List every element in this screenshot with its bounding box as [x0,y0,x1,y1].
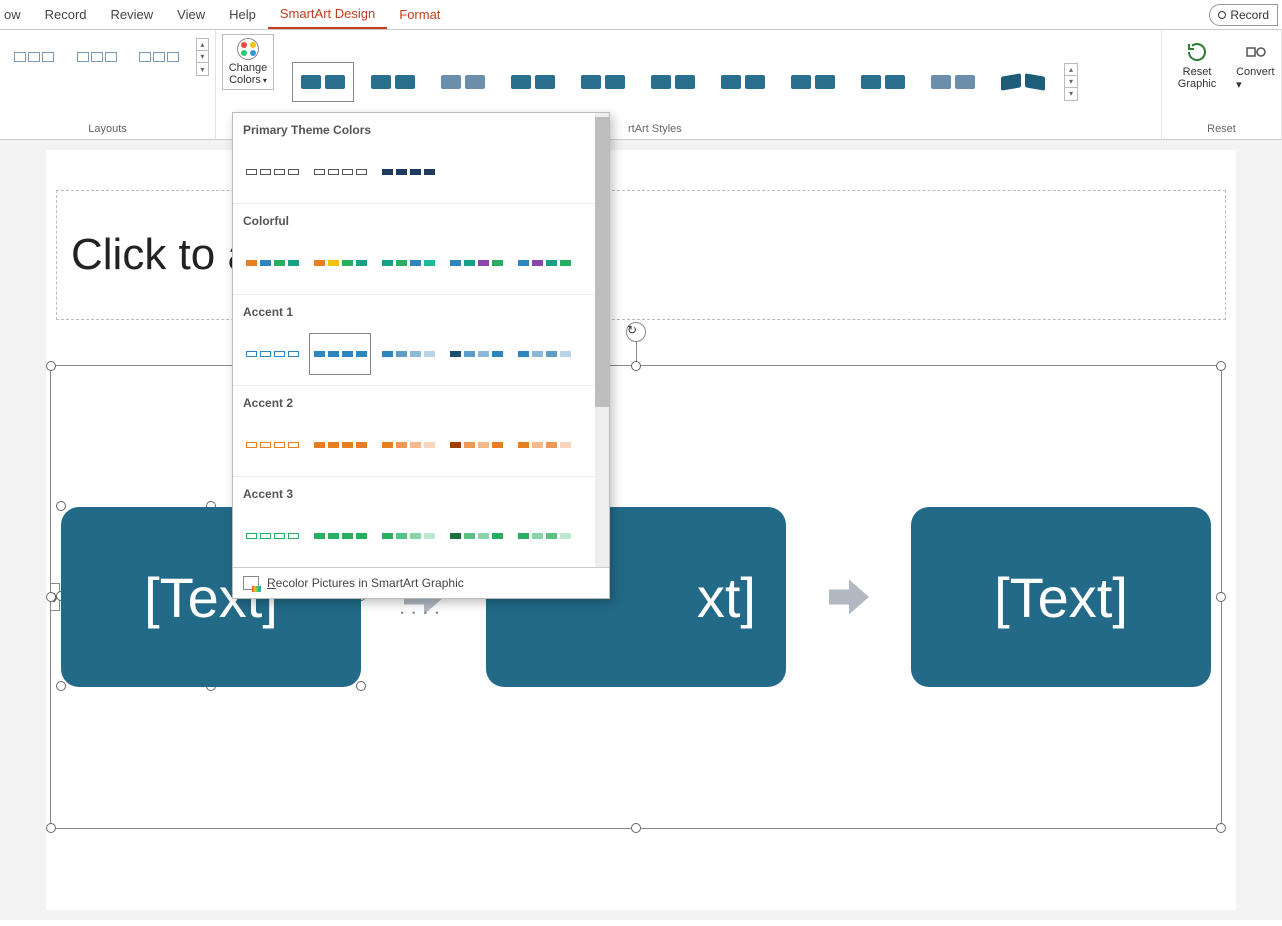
color-swatch[interactable] [445,424,507,466]
color-swatch[interactable] [241,151,303,193]
ribbon: ▴▾▾ Layouts Change Colors▾ ▴▾▾ rtArt Sty… [0,30,1282,140]
color-swatch[interactable] [513,515,575,557]
section-colorful: Colorful [233,204,609,232]
layout-thumb[interactable] [131,38,188,76]
group-label-layouts: Layouts [6,121,209,137]
change-colors-button[interactable]: Change Colors▾ [222,34,274,90]
color-swatch-selected[interactable] [309,333,371,375]
reset-graphic-label: Reset Graphic [1168,66,1226,90]
color-swatch[interactable] [241,333,303,375]
layout-thumb[interactable] [6,38,63,76]
color-swatch[interactable] [309,424,371,466]
resize-handle[interactable] [46,823,56,833]
style-thumb[interactable] [642,62,704,102]
slide[interactable]: Click to a ↻ ❯ [46,150,1236,910]
color-swatch[interactable] [377,424,439,466]
reset-icon [1183,40,1211,64]
title-placeholder-text: Click to a [71,230,252,280]
rotate-handle[interactable]: ↻ [626,322,646,342]
section-primary-theme: Primary Theme Colors [233,113,609,141]
resize-handle[interactable] [1216,823,1226,833]
section-accent3: Accent 3 [233,477,609,505]
slide-canvas: Click to a ↻ ❯ [0,140,1282,920]
color-swatch[interactable] [377,515,439,557]
record-button[interactable]: Record [1209,4,1278,26]
style-thumb[interactable] [502,62,564,102]
style-thumb[interactable] [992,62,1054,102]
resize-handle[interactable] [631,361,641,371]
palette-icon [237,38,259,60]
convert-label: Convert ▾ [1236,66,1275,91]
smartart-selection[interactable]: ↻ ❯ [50,365,1222,829]
tab-help[interactable]: Help [217,1,268,28]
resize-handle[interactable] [1216,592,1226,602]
tab-smartart-design[interactable]: SmartArt Design [268,0,387,29]
style-thumb[interactable] [852,62,914,102]
color-swatch[interactable] [513,242,575,284]
recolor-pictures-label: Recolor Pictures in SmartArt Graphic [267,576,464,590]
ribbon-tabs: ow Record Review View Help SmartArt Desi… [0,0,1282,30]
resize-handle[interactable] [631,823,641,833]
block2-text: xt] [697,565,756,630]
resize-handle[interactable] [46,592,56,602]
style-thumb[interactable] [572,62,634,102]
color-swatch[interactable] [377,333,439,375]
section-accent1: Accent 1 [233,295,609,323]
section-accent2: Accent 2 [233,386,609,414]
block3-text: [Text] [994,565,1128,630]
tab-partial[interactable]: ow [0,1,33,28]
color-row [233,141,609,204]
color-swatch[interactable] [241,242,303,284]
color-swatch[interactable] [377,151,439,193]
change-colors-label: Change Colors▾ [225,62,271,86]
tab-view[interactable]: View [165,1,217,28]
color-swatch[interactable] [445,515,507,557]
color-swatch[interactable] [309,242,371,284]
style-thumb[interactable] [922,62,984,102]
color-swatch[interactable] [513,333,575,375]
group-label-reset: Reset [1168,121,1275,137]
group-layouts: ▴▾▾ Layouts [0,30,216,139]
tab-review[interactable]: Review [99,1,166,28]
color-row [233,414,609,477]
layouts-spinner[interactable]: ▴▾▾ [196,38,209,76]
group-reset: Reset Graphic Convert ▾ Reset [1162,30,1282,139]
color-swatch[interactable] [377,242,439,284]
record-label: Record [1230,8,1269,22]
layout-thumb[interactable] [69,38,126,76]
tab-record[interactable]: Record [33,1,99,28]
style-thumb[interactable] [432,62,494,102]
convert-button[interactable]: Convert ▾ [1236,40,1275,91]
dropdown-scrollbar[interactable] [595,113,609,567]
color-swatch[interactable] [309,151,371,193]
change-colors-dropdown: Primary Theme Colors Colorful Accent 1 A… [232,112,610,599]
color-swatch[interactable] [241,515,303,557]
arrow-icon [814,572,884,622]
recolor-pictures-item[interactable]: Recolor Pictures in SmartArt Graphic [233,567,609,598]
color-swatch[interactable] [513,424,575,466]
style-thumb[interactable] [782,62,844,102]
color-swatch[interactable] [445,242,507,284]
color-row [233,232,609,295]
picture-recolor-icon [243,576,259,590]
tab-format[interactable]: Format [387,1,452,28]
resize-handle[interactable] [46,361,56,371]
color-row [233,323,609,386]
dropdown-resize-grip[interactable]: • • • • [400,608,441,618]
convert-icon [1242,40,1270,64]
style-thumb[interactable] [712,62,774,102]
color-swatch[interactable] [309,515,371,557]
styles-spinner[interactable]: ▴▾▾ [1064,63,1078,101]
color-swatch[interactable] [241,424,303,466]
style-thumb[interactable] [292,62,354,102]
smartart-block-3[interactable]: [Text] [911,507,1211,687]
color-swatch[interactable] [445,333,507,375]
reset-graphic-button[interactable]: Reset Graphic [1168,40,1226,90]
color-row [233,505,609,567]
style-thumb[interactable] [362,62,424,102]
resize-handle[interactable] [1216,361,1226,371]
record-icon [1218,11,1226,19]
